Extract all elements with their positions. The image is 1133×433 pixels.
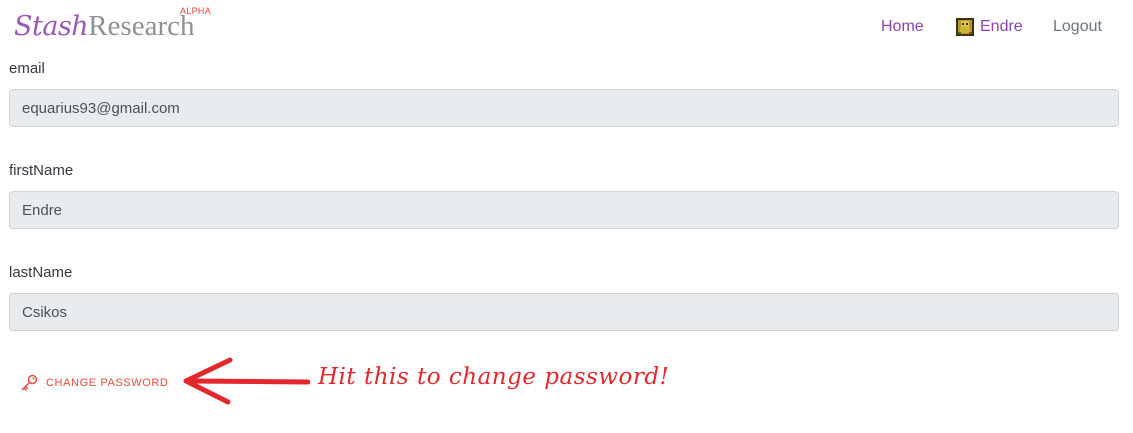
navbar: StashResearch ALPHA Home Endre Logout: [0, 0, 1133, 56]
email-label: email: [9, 60, 45, 77]
nav-logout-link[interactable]: Logout: [1053, 18, 1102, 36]
last-name-label: lastName: [9, 264, 73, 281]
last-name-field[interactable]: [9, 293, 1119, 331]
nav-home-link[interactable]: Home: [881, 18, 924, 36]
annotation-text: Hit this to change password!: [318, 364, 670, 390]
user-avatar-icon: [956, 18, 974, 36]
email-field[interactable]: [9, 89, 1119, 127]
first-name-field[interactable]: [9, 191, 1119, 229]
nav-user-link[interactable]: Endre: [956, 18, 1023, 36]
key-icon: [21, 374, 38, 391]
change-password-button[interactable]: CHANGE PASSWORD: [21, 374, 168, 391]
last-name-group: lastName: [9, 262, 1119, 331]
first-name-group: firstName: [9, 160, 1119, 229]
first-name-label: firstName: [9, 162, 74, 179]
nav-user-name: Endre: [980, 18, 1023, 35]
brand-name-stash: Stash: [14, 11, 89, 42]
arrow-left-icon: [183, 357, 310, 405]
change-password-label: CHANGE PASSWORD: [46, 376, 169, 389]
email-group: email: [9, 58, 1119, 127]
brand-name-research: Research: [88, 10, 195, 42]
brand-name: StashResearch: [14, 10, 194, 43]
alpha-badge: ALPHA: [180, 6, 212, 16]
